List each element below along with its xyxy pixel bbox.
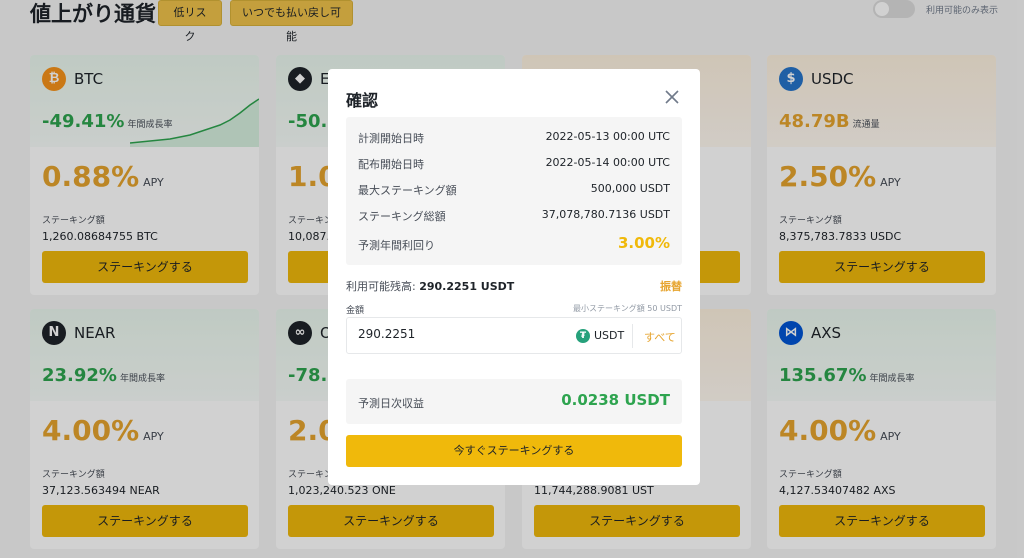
- daily-earnings-value: 0.0238 USDT: [561, 391, 670, 409]
- info-row: 最大ステーキング額 500,000 USDT: [358, 182, 670, 197]
- max-all-button[interactable]: すべて: [644, 329, 676, 345]
- modal-title: 確認: [346, 91, 379, 110]
- info-row: 計測開始日時 2022-05-13 00:00 UTC: [358, 130, 670, 145]
- min-stake-label: 最小ステーキング額 50 USDT: [572, 304, 682, 313]
- info-panel: 計測開始日時 2022-05-13 00:00 UTC 配布開始日時 2022-05…: [346, 117, 682, 265]
- stake-now-button[interactable]: 今すぐステーキングする: [346, 435, 682, 467]
- currency-unit: USDT: [594, 329, 625, 342]
- amount-field[interactable]: ₮ USDT すべて: [346, 317, 682, 354]
- info-row: ステーキング総額 37,078,780.7136 USDT: [358, 208, 670, 223]
- daily-earnings-label: 予測日次収益: [358, 397, 424, 410]
- confirm-modal: 確認 計測開始日時 2022-05-13 00:00 UTC 配布開始日時 2022…: [328, 69, 700, 485]
- daily-earnings-panel: 予測日次収益 0.0238 USDT: [346, 379, 682, 424]
- info-row-yield: 予測年間利回り 3.00%: [358, 234, 670, 252]
- amount-label: 金額: [346, 306, 365, 316]
- tether-icon: ₮: [576, 329, 590, 343]
- divider: [632, 324, 633, 348]
- available-balance: 利用可能残高: 290.2251 USDT: [346, 280, 515, 293]
- close-icon[interactable]: [663, 88, 681, 106]
- transfer-link[interactable]: 振替: [660, 278, 682, 294]
- amount-input[interactable]: [358, 327, 558, 341]
- info-row: 配布開始日時 2022-05-14 00:00 UTC: [358, 156, 670, 171]
